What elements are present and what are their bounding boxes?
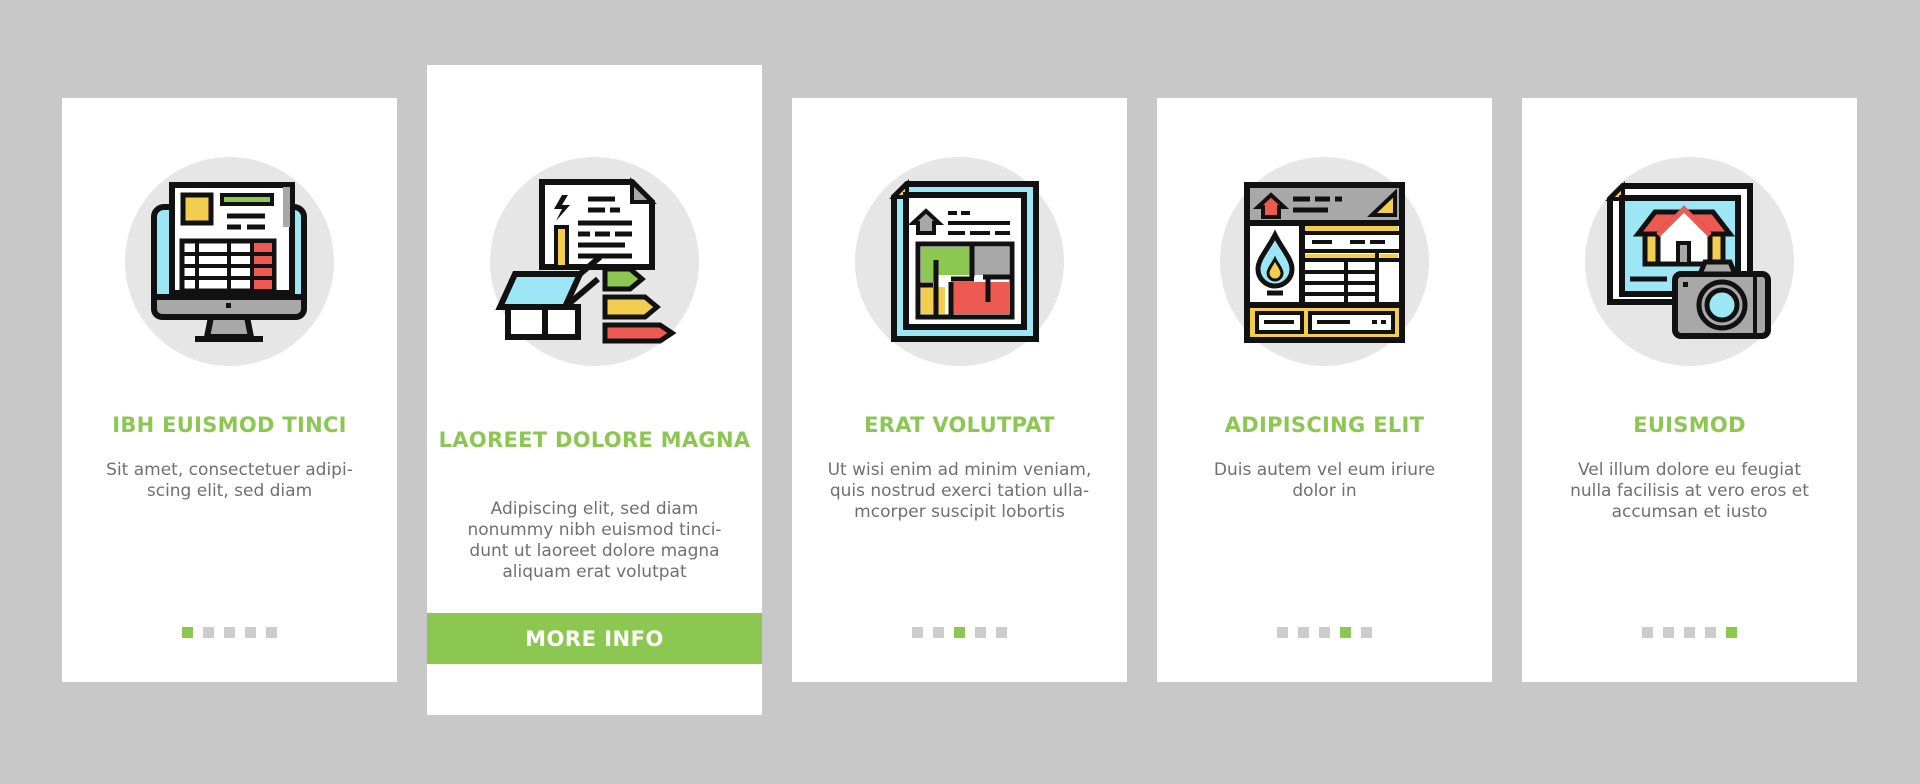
card-description: Vel illum dolore eu feugiat nulla facilis… (1570, 460, 1809, 522)
card-title: EUISMOD (1633, 413, 1746, 437)
page-dot-active[interactable] (1726, 627, 1737, 638)
card-title: IBH EUISMOD TINCI (112, 413, 347, 437)
page-dot[interactable] (1361, 627, 1372, 638)
page-dot[interactable] (1705, 627, 1716, 638)
page-dot[interactable] (912, 627, 923, 638)
page-indicator (1157, 627, 1492, 638)
card-description: Sit amet, consectetuer adipi-scing elit,… (106, 460, 353, 501)
onboarding-card-2: LAOREET DOLORE MAGNA Adipiscing elit, se… (427, 65, 762, 715)
page-dot-active[interactable] (954, 627, 965, 638)
page-dot[interactable] (203, 627, 214, 638)
computer-invoice-icon (151, 182, 307, 342)
page-dot[interactable] (1298, 627, 1309, 638)
page-dot[interactable] (975, 627, 986, 638)
icon-circle (490, 157, 699, 366)
page-dot[interactable] (245, 627, 256, 638)
page-dot[interactable] (266, 627, 277, 638)
icon-circle (1220, 157, 1429, 366)
page-indicator (792, 627, 1127, 638)
house-photo-camera-icon (1605, 181, 1771, 339)
card-title: ADIPISCING ELIT (1224, 413, 1425, 437)
floor-plan-document-icon (889, 179, 1039, 342)
icon-circle (855, 157, 1064, 366)
icon-circle (1585, 157, 1794, 366)
card-title: ERAT VOLUTPAT (864, 413, 1055, 437)
page-dot[interactable] (996, 627, 1007, 638)
page-dot[interactable] (224, 627, 235, 638)
page-dot[interactable] (1663, 627, 1674, 638)
icon-circle (125, 157, 334, 366)
onboarding-card-5: EUISMOD Vel illum dolore eu feugiat nulla… (1522, 98, 1857, 682)
energy-rating-document-icon (495, 177, 677, 344)
page-dot-active[interactable] (182, 627, 193, 638)
page-dot[interactable] (1277, 627, 1288, 638)
card-description: Ut wisi enim ad minim veniam, quis nostru… (827, 460, 1092, 522)
page-dot[interactable] (933, 627, 944, 638)
page-dot[interactable] (1642, 627, 1653, 638)
card-description: Adipiscing elit, sed diam nonummy nibh eu… (467, 499, 722, 582)
card-title: LAOREET DOLORE MAGNA (438, 428, 751, 452)
page-dot[interactable] (1684, 627, 1695, 638)
page-indicator (62, 627, 397, 638)
more-info-button[interactable]: MORE INFO (427, 613, 762, 664)
onboarding-card-1: IBH EUISMOD TINCI Sit amet, consectetuer… (62, 98, 397, 682)
gas-bill-document-icon (1244, 182, 1405, 343)
onboarding-card-4: ADIPISCING ELIT Duis autem vel eum iriur… (1157, 98, 1492, 682)
page-dot[interactable] (1319, 627, 1330, 638)
onboarding-card-3: ERAT VOLUTPAT Ut wisi enim ad minim veni… (792, 98, 1127, 682)
card-description: Duis autem vel eum iriure dolor in (1213, 460, 1436, 501)
page-dot-active[interactable] (1340, 627, 1351, 638)
page-indicator (1522, 627, 1857, 638)
